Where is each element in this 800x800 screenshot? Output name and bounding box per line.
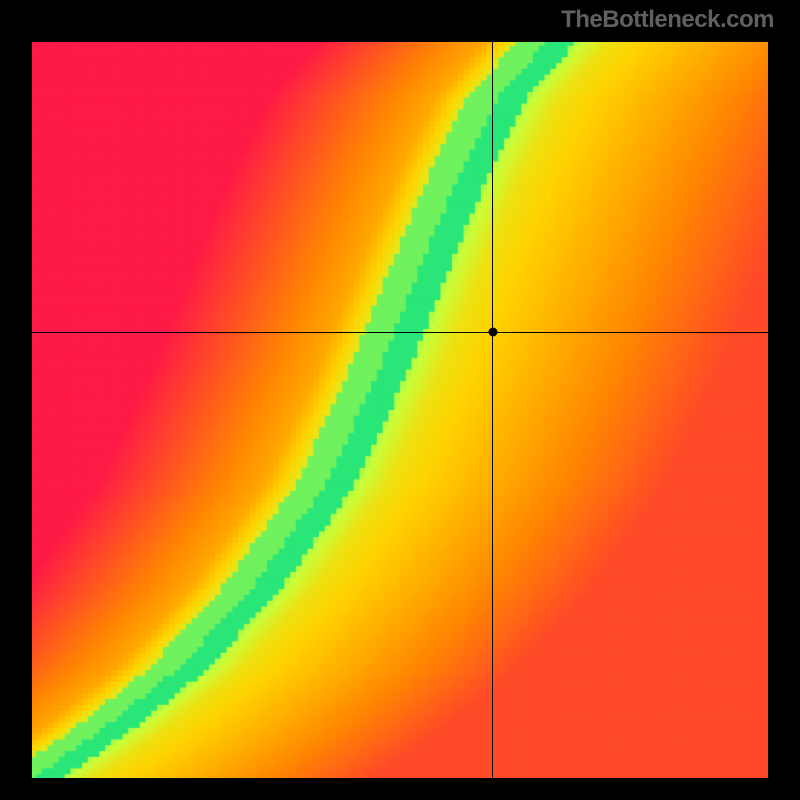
selected-point-marker <box>488 328 497 337</box>
heatmap-plot <box>30 40 770 780</box>
crosshair-horizontal <box>30 332 770 333</box>
crosshair-vertical <box>492 40 493 780</box>
watermark-text: TheBottleneck.com <box>561 6 774 34</box>
heatmap-canvas <box>30 40 770 780</box>
